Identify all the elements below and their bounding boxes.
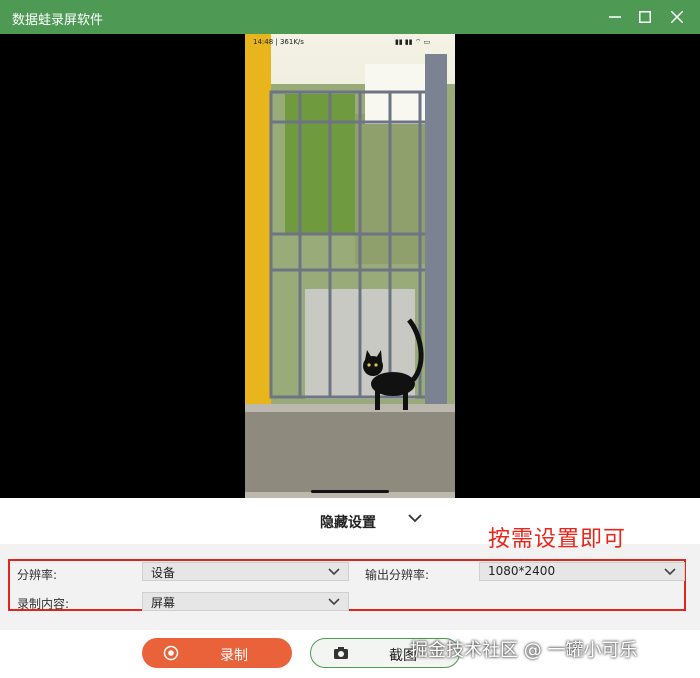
resolution-select[interactable]: 设备 xyxy=(142,562,349,581)
minimize-button[interactable] xyxy=(598,0,632,34)
record-icon xyxy=(163,645,179,661)
record-button[interactable]: 录制 xyxy=(142,638,292,668)
chevron-down-icon[interactable] xyxy=(408,514,422,524)
maximize-button[interactable] xyxy=(628,0,662,34)
window-title: 数据蛙录屏软件 xyxy=(12,13,104,28)
output-resolution-select[interactable]: 1080*2400 xyxy=(479,562,685,581)
content-select[interactable]: 屏幕 xyxy=(142,592,349,611)
close-icon xyxy=(671,11,683,23)
preview-area: 14:48 | 361K/s ▮▮ ▮▮ ⌔ ▭ xyxy=(0,34,700,498)
annotation-text: 按需设置即可 xyxy=(488,527,627,552)
watermark-text: 掘金技术社区 @ 一罐小可乐 xyxy=(410,640,638,661)
output-resolution-label: 输出分辨率: xyxy=(365,568,430,582)
minimize-icon xyxy=(609,16,621,18)
resolution-value: 设备 xyxy=(151,566,176,580)
phone-signal-icon: ▮▮ ▮▮ ⌔ ▭ xyxy=(395,38,431,46)
title-bar: 数据蛙录屏软件 xyxy=(0,0,700,34)
content-value: 屏幕 xyxy=(151,596,176,610)
chevron-down-icon xyxy=(664,568,676,576)
camera-icon xyxy=(334,647,348,659)
phone-screen-preview: 14:48 | 361K/s ▮▮ ▮▮ ⌔ ▭ xyxy=(245,34,455,498)
chevron-down-icon xyxy=(328,598,340,606)
hide-settings-label: 隐藏设置 xyxy=(320,515,376,531)
chevron-down-icon xyxy=(328,568,340,576)
output-resolution-value: 1080*2400 xyxy=(488,564,556,578)
phone-status-time: 14:48 | 361K/s xyxy=(253,38,304,46)
phone-photo xyxy=(245,34,455,498)
close-button[interactable] xyxy=(660,0,694,34)
maximize-icon xyxy=(639,11,651,23)
record-label: 录制 xyxy=(220,648,248,664)
content-label: 录制内容: xyxy=(17,597,70,611)
resolution-label: 分辨率: xyxy=(17,568,58,582)
